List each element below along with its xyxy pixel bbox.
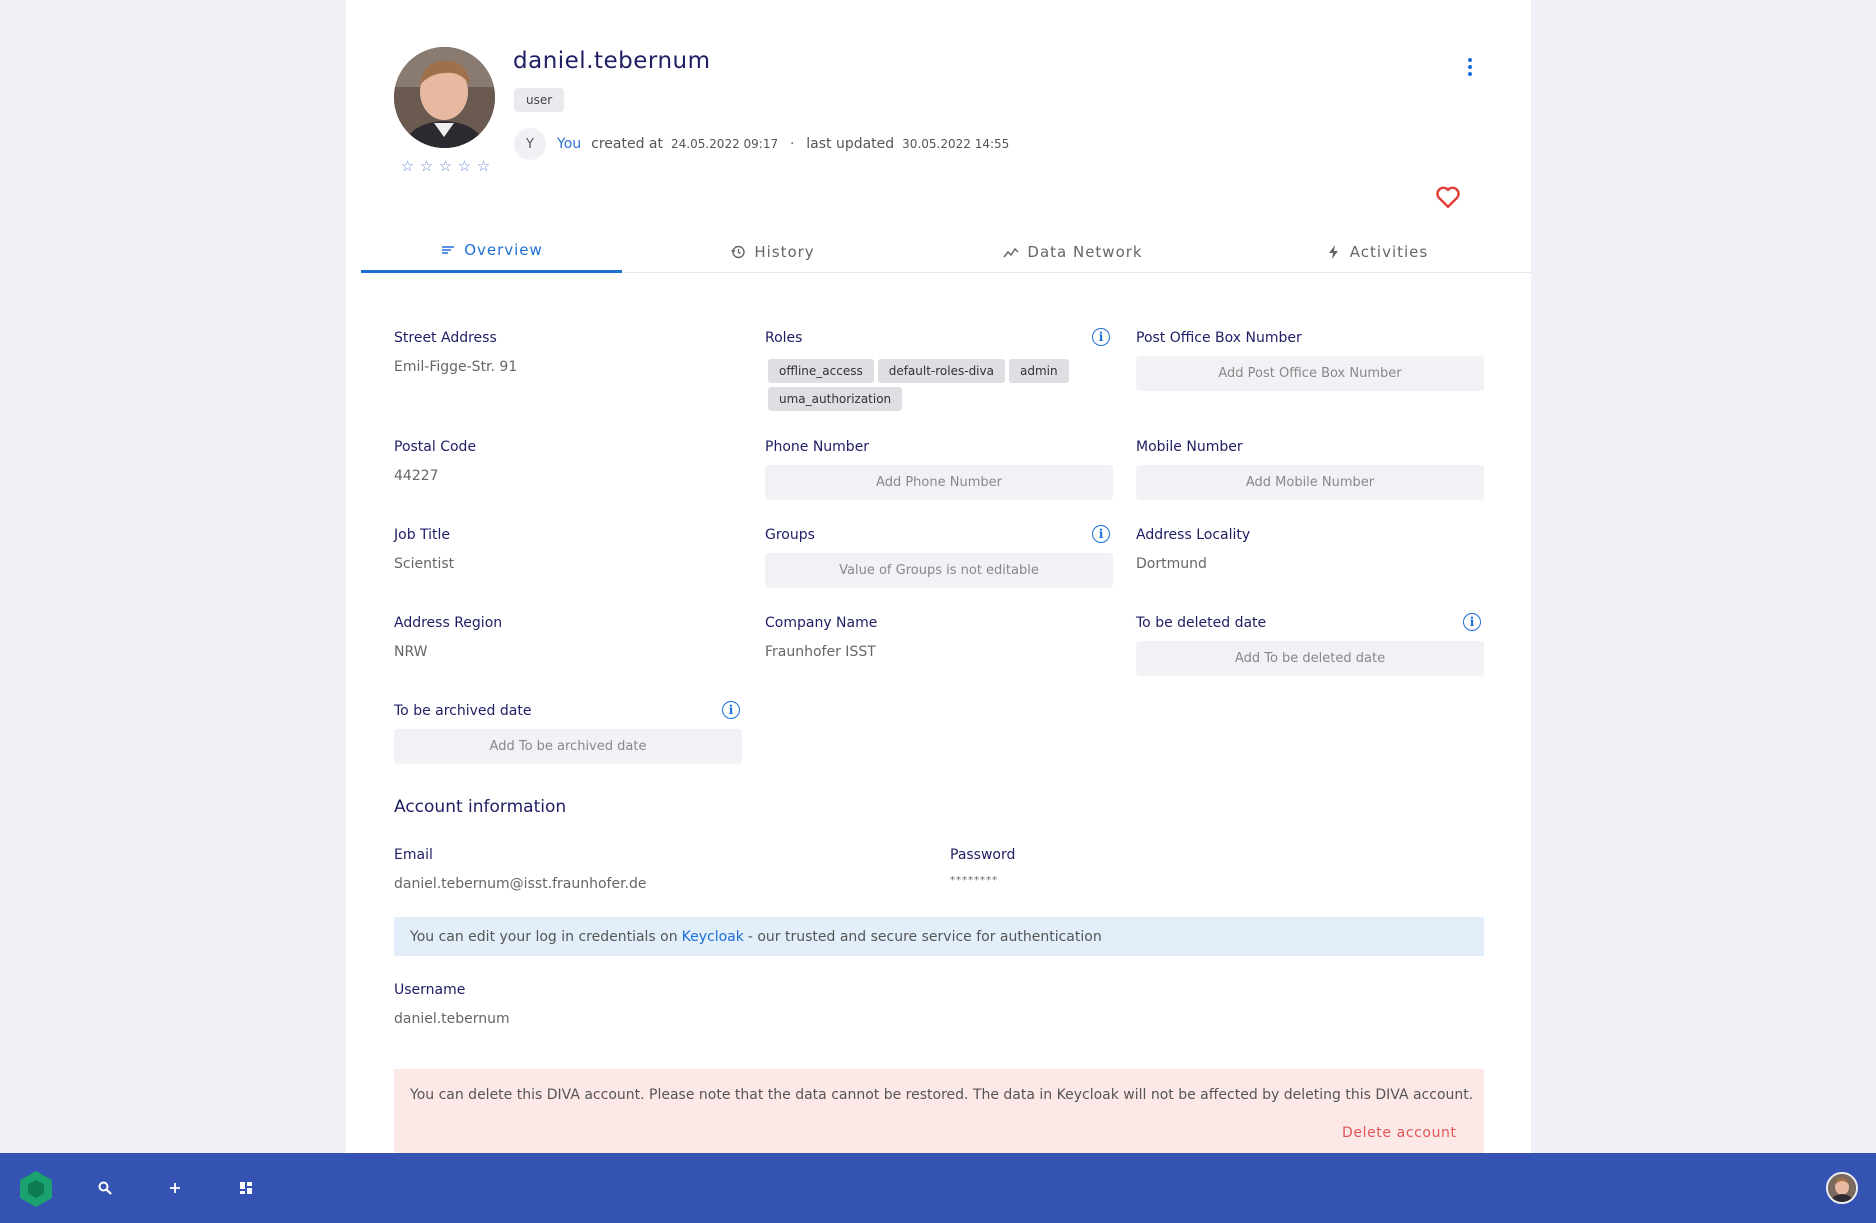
mobile-label: Mobile Number bbox=[1136, 439, 1243, 455]
keycloak-link[interactable]: Keycloak bbox=[682, 929, 744, 945]
roles-info-icon[interactable]: i bbox=[1092, 328, 1110, 346]
username-label: Username bbox=[394, 982, 466, 998]
role-chip: uma_authorization bbox=[768, 387, 903, 411]
created-label: created at bbox=[591, 136, 663, 152]
delete-account-button[interactable]: Delete account bbox=[1342, 1125, 1457, 1141]
keycloak-info-banner: You can edit your log in credentials on … bbox=[394, 917, 1484, 956]
archived-date-info-icon[interactable]: i bbox=[722, 701, 740, 719]
password-label: Password bbox=[950, 847, 1016, 863]
locality-value[interactable]: Dortmund bbox=[1136, 556, 1207, 572]
roles-chip-list: offline_access default-roles-diva admin uma… bbox=[768, 359, 1098, 411]
bolt-icon bbox=[1328, 244, 1338, 259]
groups-info-icon[interactable]: i bbox=[1092, 525, 1110, 543]
delete-account-banner: You can delete this DIVA account. Please… bbox=[394, 1069, 1484, 1153]
favorite-heart-icon[interactable] bbox=[1435, 185, 1461, 209]
password-value: ******** bbox=[950, 875, 998, 886]
po-box-label: Post Office Box Number bbox=[1136, 330, 1302, 346]
job-title-label: Job Title bbox=[394, 527, 451, 543]
postal-code-value[interactable]: 44227 bbox=[394, 468, 439, 484]
mobile-input[interactable]: Add Mobile Number bbox=[1136, 465, 1484, 500]
star-icon[interactable]: ☆ bbox=[419, 157, 434, 175]
groups-input: Value of Groups is not editable bbox=[765, 553, 1113, 588]
lines-icon bbox=[442, 246, 455, 254]
deleted-date-label: To be deleted date bbox=[1136, 615, 1267, 631]
user-avatar[interactable] bbox=[1826, 1172, 1858, 1204]
updated-label: last updated bbox=[806, 136, 895, 152]
star-icon[interactable]: ☆ bbox=[476, 157, 491, 175]
dashboard-icon[interactable] bbox=[235, 1177, 257, 1199]
delete-note: You can delete this DIVA account. Please… bbox=[410, 1087, 1474, 1103]
meta-separator: · bbox=[790, 136, 795, 152]
email-label: Email bbox=[394, 847, 433, 863]
created-date: 24.05.2022 09:17 bbox=[671, 137, 779, 151]
plus-icon[interactable] bbox=[164, 1177, 186, 1199]
company-label: Company Name bbox=[765, 615, 878, 631]
tab-history[interactable]: History bbox=[622, 230, 923, 273]
star-icon[interactable]: ☆ bbox=[457, 157, 472, 175]
profile-avatar bbox=[394, 47, 495, 148]
archived-date-label: To be archived date bbox=[394, 703, 532, 719]
creator-link[interactable]: You bbox=[557, 136, 581, 152]
role-chip: default-roles-diva bbox=[877, 359, 1005, 383]
role-chip: offline_access bbox=[768, 359, 874, 383]
street-address-label: Street Address bbox=[394, 330, 497, 346]
tab-data-network[interactable]: Data Network bbox=[923, 230, 1223, 273]
phone-input[interactable]: Add Phone Number bbox=[765, 465, 1113, 500]
archived-date-input[interactable]: Add To be archived date bbox=[394, 729, 742, 764]
updated-date: 30.05.2022 14:55 bbox=[902, 137, 1010, 151]
tab-bar: Overview History Data Network Activities bbox=[361, 230, 1531, 273]
tab-activities[interactable]: Activities bbox=[1223, 230, 1531, 273]
profile-card: ☆ ☆ ☆ ☆ ☆ daniel.tebernum user Y You created… bbox=[346, 0, 1531, 1153]
tab-overview[interactable]: Overview bbox=[361, 230, 622, 273]
tab-label: Data Network bbox=[1027, 242, 1143, 261]
tab-label: History bbox=[754, 242, 815, 261]
tab-label: Overview bbox=[464, 241, 543, 259]
network-icon bbox=[1003, 247, 1019, 257]
creator-avatar[interactable]: Y bbox=[514, 128, 546, 160]
postal-code-label: Postal Code bbox=[394, 439, 477, 455]
region-value[interactable]: NRW bbox=[394, 644, 427, 660]
company-value[interactable]: Fraunhofer ISST bbox=[765, 644, 876, 660]
search-icon[interactable] bbox=[94, 1177, 116, 1199]
locality-label: Address Locality bbox=[1136, 527, 1251, 543]
po-box-input[interactable]: Add Post Office Box Number bbox=[1136, 356, 1484, 391]
deleted-date-info-icon[interactable]: i bbox=[1463, 613, 1481, 631]
star-icon[interactable]: ☆ bbox=[400, 157, 415, 175]
tab-label: Activities bbox=[1349, 242, 1429, 261]
account-section-title: Account information bbox=[394, 797, 567, 817]
more-options-icon[interactable] bbox=[1458, 55, 1482, 79]
metadata-line: Y You created at 24.05.2022 09:17 · last… bbox=[514, 128, 1009, 160]
username-value: daniel.tebernum bbox=[394, 1011, 510, 1027]
diva-logo-icon[interactable] bbox=[16, 1169, 56, 1209]
page-title: daniel.tebernum bbox=[513, 48, 711, 74]
entity-type-badge: user bbox=[514, 88, 565, 112]
star-icon[interactable]: ☆ bbox=[438, 157, 453, 175]
roles-label: Roles bbox=[765, 330, 803, 346]
street-address-value[interactable]: Emil-Figge-Str. 91 bbox=[394, 359, 517, 375]
deleted-date-input[interactable]: Add To be deleted date bbox=[1136, 641, 1484, 676]
job-title-value[interactable]: Scientist bbox=[394, 556, 454, 572]
phone-label: Phone Number bbox=[765, 439, 870, 455]
keycloak-note-text: You can edit your log in credentials on bbox=[410, 928, 678, 945]
role-chip: admin bbox=[1008, 359, 1069, 383]
region-label: Address Region bbox=[394, 615, 503, 631]
email-value: daniel.tebernum@isst.fraunhofer.de bbox=[394, 876, 647, 892]
keycloak-note-text-after: - our trusted and secure service for aut… bbox=[747, 928, 1102, 945]
groups-label: Groups bbox=[765, 527, 815, 543]
rating-stars[interactable]: ☆ ☆ ☆ ☆ ☆ bbox=[400, 157, 491, 175]
history-icon bbox=[731, 245, 746, 258]
bottom-navigation-bar bbox=[0, 1153, 1876, 1223]
